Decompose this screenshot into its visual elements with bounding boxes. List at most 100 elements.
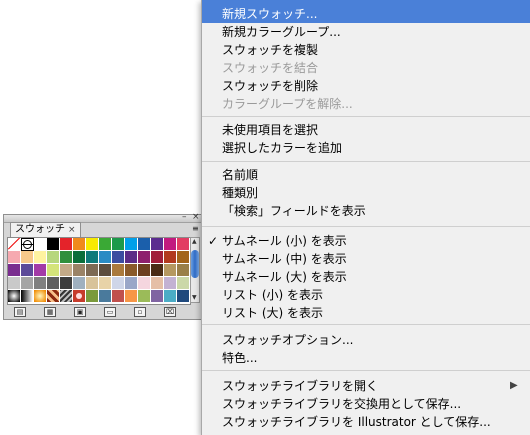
swatch[interactable] — [151, 238, 164, 251]
scroll-thumb[interactable] — [191, 250, 199, 278]
menu-item[interactable]: 特色... — [202, 349, 530, 367]
swatch[interactable] — [112, 277, 125, 290]
swatch[interactable] — [34, 251, 47, 264]
swatch[interactable] — [34, 238, 47, 251]
swatch[interactable] — [73, 277, 86, 290]
menu-item[interactable]: 選択したカラーを追加 — [202, 139, 530, 157]
menu-item[interactable]: 種類別 — [202, 184, 530, 202]
swatch[interactable] — [164, 290, 177, 303]
swatch[interactable] — [151, 251, 164, 264]
swatch-none[interactable] — [8, 238, 21, 251]
swatch[interactable] — [138, 290, 151, 303]
scroll-up-icon[interactable]: ▲ — [192, 239, 197, 245]
new-color-group-icon[interactable]: ▭ — [104, 307, 116, 317]
menu-item[interactable]: スウォッチライブラリを交換用として保存... — [202, 395, 530, 413]
swatch[interactable] — [8, 277, 21, 290]
swatch[interactable] — [47, 264, 60, 277]
swatch[interactable] — [125, 277, 138, 290]
swatch-grad-radial[interactable] — [8, 290, 21, 303]
swatch-registration[interactable] — [21, 238, 34, 251]
swatch[interactable] — [86, 290, 99, 303]
swatch[interactable] — [125, 251, 138, 264]
swatch[interactable] — [99, 251, 112, 264]
swatch[interactable] — [8, 264, 21, 277]
menu-item[interactable]: スウォッチを複製 — [202, 41, 530, 59]
swatch[interactable] — [86, 238, 99, 251]
swatch[interactable] — [138, 264, 151, 277]
scroll-down-icon[interactable]: ▼ — [192, 295, 197, 301]
swatch[interactable] — [73, 251, 86, 264]
tab-close-icon[interactable]: × — [68, 223, 76, 237]
swatch[interactable] — [177, 251, 190, 264]
scrollbar[interactable]: ▲ ▼ — [190, 237, 200, 303]
swatch[interactable] — [138, 277, 151, 290]
menu-item[interactable]: スウォッチを削除 — [202, 77, 530, 95]
menu-item[interactable]: リスト (小) を表示 — [202, 286, 530, 304]
close-panel-icon[interactable]: × — [192, 213, 200, 222]
menu-item[interactable]: 新規スウォッチ... — [202, 0, 530, 23]
swatch[interactable] — [177, 290, 190, 303]
swatch[interactable] — [73, 264, 86, 277]
swatch[interactable] — [47, 238, 60, 251]
swatch-grad-linear[interactable] — [21, 290, 34, 303]
swatch[interactable] — [34, 264, 47, 277]
menu-item[interactable]: 名前順 — [202, 166, 530, 184]
library-menu-icon[interactable]: ▤ — [14, 307, 26, 317]
swatch[interactable] — [164, 238, 177, 251]
swatch-grad-orange[interactable] — [34, 290, 47, 303]
swatch[interactable] — [151, 277, 164, 290]
menu-item[interactable]: 未使用項目を選択 — [202, 121, 530, 139]
swatch[interactable] — [177, 277, 190, 290]
swatch[interactable] — [164, 251, 177, 264]
swatch[interactable] — [125, 264, 138, 277]
swatch[interactable] — [99, 264, 112, 277]
menu-item[interactable]: サムネール (中) を表示 — [202, 250, 530, 268]
menu-item[interactable]: 「検索」フィールドを表示 — [202, 202, 530, 220]
swatch-pattern-a[interactable] — [47, 290, 60, 303]
swatch[interactable] — [112, 251, 125, 264]
swatch[interactable] — [151, 264, 164, 277]
swatch[interactable] — [47, 251, 60, 264]
tab-swatches[interactable]: スウォッチ × — [10, 222, 81, 237]
swatch[interactable] — [99, 238, 112, 251]
menu-item[interactable]: スウォッチライブラリを開く ▶ — [202, 377, 530, 395]
menu-item[interactable]: リスト (大) を表示 — [202, 304, 530, 322]
menu-item[interactable]: スウォッチライブラリを Illustrator として保存... — [202, 413, 530, 431]
menu-item[interactable]: サムネール (大) を表示 — [202, 268, 530, 286]
swatch[interactable] — [86, 251, 99, 264]
swatch[interactable] — [151, 290, 164, 303]
swatch[interactable] — [164, 264, 177, 277]
swatch[interactable] — [112, 264, 125, 277]
swatch[interactable] — [177, 264, 190, 277]
trash-icon[interactable]: ⌧ — [164, 307, 176, 317]
swatch[interactable] — [138, 251, 151, 264]
swatch[interactable] — [125, 238, 138, 251]
swatch[interactable] — [47, 277, 60, 290]
swatch[interactable] — [60, 238, 73, 251]
swatch[interactable] — [177, 238, 190, 251]
swatch-pattern-c[interactable] — [73, 290, 86, 303]
panel-menu-icon[interactable]: ≡ — [192, 225, 199, 233]
swatch[interactable] — [164, 277, 177, 290]
menu-item[interactable]: サムネール (小) を表示 ✓ — [202, 232, 530, 250]
swatch[interactable] — [21, 264, 34, 277]
menu-item[interactable]: 新規カラーグループ... — [202, 23, 530, 41]
swatch[interactable] — [60, 264, 73, 277]
swatch[interactable] — [86, 264, 99, 277]
minimize-icon[interactable]: – — [182, 213, 187, 222]
swatch[interactable] — [99, 277, 112, 290]
swatch[interactable] — [8, 251, 21, 264]
menu-item[interactable]: スウォッチオプション... — [202, 331, 530, 349]
swatch[interactable] — [138, 238, 151, 251]
swatch[interactable] — [60, 277, 73, 290]
swatch-options-icon[interactable]: ▣ — [74, 307, 86, 317]
swatch[interactable] — [21, 277, 34, 290]
show-kinds-icon[interactable]: ▦ — [44, 307, 56, 317]
swatch[interactable] — [21, 251, 34, 264]
swatch[interactable] — [99, 290, 112, 303]
swatch[interactable] — [73, 238, 86, 251]
swatch-pattern-b[interactable] — [60, 290, 73, 303]
swatch[interactable] — [112, 290, 125, 303]
swatch[interactable] — [34, 277, 47, 290]
new-swatch-icon[interactable]: ▫ — [134, 307, 146, 317]
